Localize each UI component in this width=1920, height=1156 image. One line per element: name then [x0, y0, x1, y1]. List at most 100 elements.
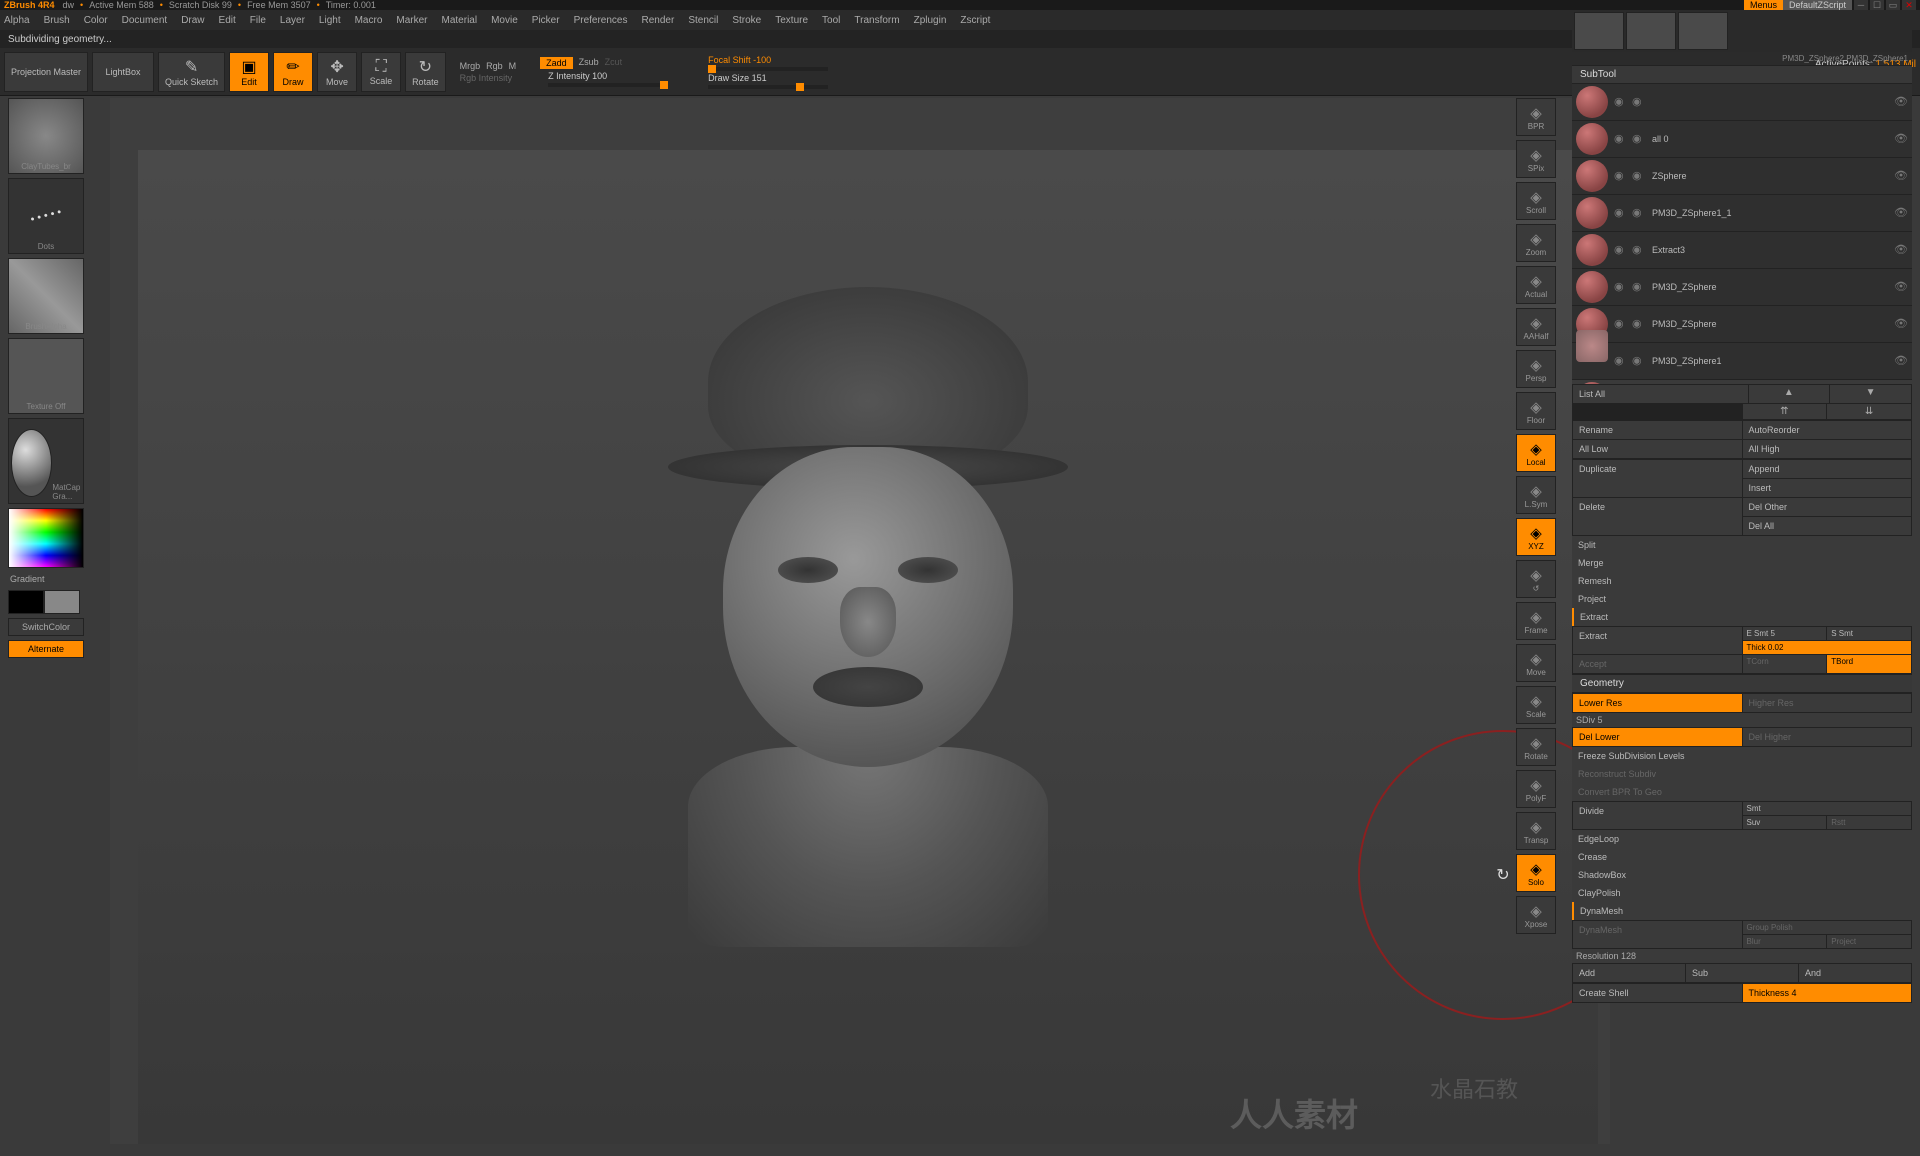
del-all-button[interactable]: Del All: [1743, 517, 1912, 535]
extract-button[interactable]: Extract: [1573, 627, 1742, 654]
menu-render[interactable]: Render: [642, 15, 675, 26]
z-intensity-slider[interactable]: Z Intensity 100: [548, 71, 668, 81]
menus-button[interactable]: Menus: [1744, 0, 1783, 10]
shelf-↺[interactable]: ◈↺: [1516, 560, 1556, 598]
rename-button[interactable]: Rename: [1573, 421, 1742, 439]
menu-macro[interactable]: Macro: [355, 15, 383, 26]
alternate-button[interactable]: Alternate: [8, 640, 84, 658]
stroke-thumb[interactable]: Dots: [8, 178, 84, 254]
tool-thumbnails[interactable]: [1572, 10, 1912, 52]
reconstruct-button[interactable]: Reconstruct Subdiv: [1572, 765, 1912, 783]
menu-movie[interactable]: Movie: [491, 15, 518, 26]
shelf-solo[interactable]: ◈Solo: [1516, 854, 1556, 892]
remesh-button[interactable]: Remesh: [1572, 572, 1912, 590]
s-smt-slider[interactable]: S Smt: [1827, 627, 1911, 640]
menu-zplugin[interactable]: Zplugin: [914, 15, 947, 26]
switch-color-button[interactable]: SwitchColor: [8, 618, 84, 636]
menu-texture[interactable]: Texture: [775, 15, 808, 26]
list-all-button[interactable]: List All: [1573, 385, 1748, 403]
rgb-button[interactable]: Rgb: [486, 61, 503, 71]
close-icon[interactable]: ✕: [1902, 0, 1916, 10]
sub-button[interactable]: Sub: [1686, 964, 1798, 982]
minimize-icon[interactable]: ─: [1854, 0, 1868, 10]
edit-button[interactable]: ▣Edit: [229, 52, 269, 92]
restore-icon[interactable]: ☐: [1870, 0, 1884, 10]
subtool-row[interactable]: ◉◉PM3D_ZSphere👁: [1572, 269, 1912, 306]
and-button[interactable]: And: [1799, 964, 1911, 982]
shelf-scroll[interactable]: ◈Scroll: [1516, 182, 1556, 220]
sdiv-slider[interactable]: SDiv 5: [1572, 713, 1912, 727]
menu-layer[interactable]: Layer: [280, 15, 305, 26]
quick-sketch-button[interactable]: ✎Quick Sketch: [158, 52, 225, 92]
subtool-row[interactable]: ◉◉👁: [1572, 84, 1912, 121]
delete-button[interactable]: Delete: [1573, 498, 1742, 535]
del-lower-button[interactable]: Del Lower: [1573, 728, 1742, 746]
menu-tool[interactable]: Tool: [822, 15, 840, 26]
claypolish-button[interactable]: ClayPolish: [1572, 884, 1912, 902]
create-shell-button[interactable]: Create Shell: [1573, 984, 1742, 1002]
shelf-aahalf[interactable]: ◈AAHalf: [1516, 308, 1556, 346]
shelf-xyz[interactable]: ◈XYZ: [1516, 518, 1556, 556]
zcut-button[interactable]: Zcut: [605, 57, 623, 69]
swatch-secondary[interactable]: [44, 590, 80, 614]
shelf-local[interactable]: ◈Local: [1516, 434, 1556, 472]
focal-shift-slider[interactable]: Focal Shift -100: [708, 55, 828, 65]
geometry-header[interactable]: Geometry: [1572, 674, 1912, 693]
shelf-l.sym[interactable]: ◈L.Sym: [1516, 476, 1556, 514]
resolution-slider[interactable]: Resolution 128: [1572, 949, 1912, 963]
edgeloop-button[interactable]: EdgeLoop: [1572, 830, 1912, 848]
freeze-subdiv-button[interactable]: Freeze SubDivision Levels: [1572, 747, 1912, 765]
arrow-down-icon[interactable]: ▼: [1830, 385, 1911, 403]
zadd-button[interactable]: Zadd: [540, 57, 573, 69]
lightbox-button[interactable]: LightBox: [92, 52, 154, 92]
shelf-transp[interactable]: ◈Transp: [1516, 812, 1556, 850]
shelf-zoom[interactable]: ◈Zoom: [1516, 224, 1556, 262]
scale-button[interactable]: ⛶Scale: [361, 52, 401, 92]
swatch-main[interactable]: [8, 590, 44, 614]
subtool-row[interactable]: ◉◉ZSphere👁: [1572, 158, 1912, 195]
project-d-button[interactable]: Project: [1827, 935, 1911, 948]
menu-edit[interactable]: Edit: [219, 15, 236, 26]
tcorn-button[interactable]: TCorn: [1743, 655, 1827, 673]
project-button[interactable]: Project: [1572, 590, 1912, 608]
default-zscript[interactable]: DefaultZScript: [1783, 0, 1852, 10]
draw-button[interactable]: ✏Draw: [273, 52, 313, 92]
menu-color[interactable]: Color: [84, 15, 108, 26]
menu-light[interactable]: Light: [319, 15, 341, 26]
higher-res-button[interactable]: Higher Res: [1743, 694, 1912, 712]
zsub-button[interactable]: Zsub: [579, 57, 599, 69]
projection-master-button[interactable]: Projection Master: [4, 52, 88, 92]
menu-file[interactable]: File: [250, 15, 266, 26]
suv-button[interactable]: Suv: [1743, 816, 1827, 829]
shelf-rotate[interactable]: ◈Rotate: [1516, 728, 1556, 766]
thickness-slider[interactable]: Thickness 4: [1743, 984, 1912, 1002]
thick-slider[interactable]: Thick 0.02: [1743, 641, 1912, 654]
shelf-actual[interactable]: ◈Actual: [1516, 266, 1556, 304]
rotate-button[interactable]: ↻Rotate: [405, 52, 446, 92]
mrgb-button[interactable]: Mrgb: [460, 61, 481, 71]
extract-header[interactable]: Extract: [1572, 608, 1912, 626]
accept-button[interactable]: Accept: [1573, 655, 1742, 673]
subtool-header[interactable]: SubTool: [1572, 65, 1912, 84]
lower-res-button[interactable]: Lower Res: [1573, 694, 1742, 712]
subtool-row[interactable]: ◉◉all 0👁: [1572, 121, 1912, 158]
viewport[interactable]: 人人素材 水晶石教: [110, 98, 1610, 1144]
shadowbox-button[interactable]: ShadowBox: [1572, 866, 1912, 884]
alpha-thumb[interactable]: BrushAlpha: [8, 258, 84, 334]
smt-button[interactable]: Smt: [1743, 802, 1912, 815]
shelf-frame[interactable]: ◈Frame: [1516, 602, 1556, 640]
del-other-button[interactable]: Del Other: [1743, 498, 1912, 516]
menu-draw[interactable]: Draw: [181, 15, 204, 26]
menu-stencil[interactable]: Stencil: [688, 15, 718, 26]
subtool-row[interactable]: ◉◉PM3D_ZSphere1_1👁: [1572, 195, 1912, 232]
divide-button[interactable]: Divide: [1573, 802, 1742, 829]
insert-button[interactable]: Insert: [1743, 479, 1912, 497]
shelf-bpr[interactable]: ◈BPR: [1516, 98, 1556, 136]
blur-button[interactable]: Blur: [1743, 935, 1827, 948]
shelf-polyf[interactable]: ◈PolyF: [1516, 770, 1556, 808]
dynamesh-header[interactable]: DynaMesh: [1572, 902, 1912, 920]
group-polish-button[interactable]: Group Polish: [1743, 921, 1912, 934]
menu-zscript[interactable]: Zscript: [960, 15, 990, 26]
menu-marker[interactable]: Marker: [396, 15, 427, 26]
maximize-icon[interactable]: ▭: [1886, 0, 1900, 10]
